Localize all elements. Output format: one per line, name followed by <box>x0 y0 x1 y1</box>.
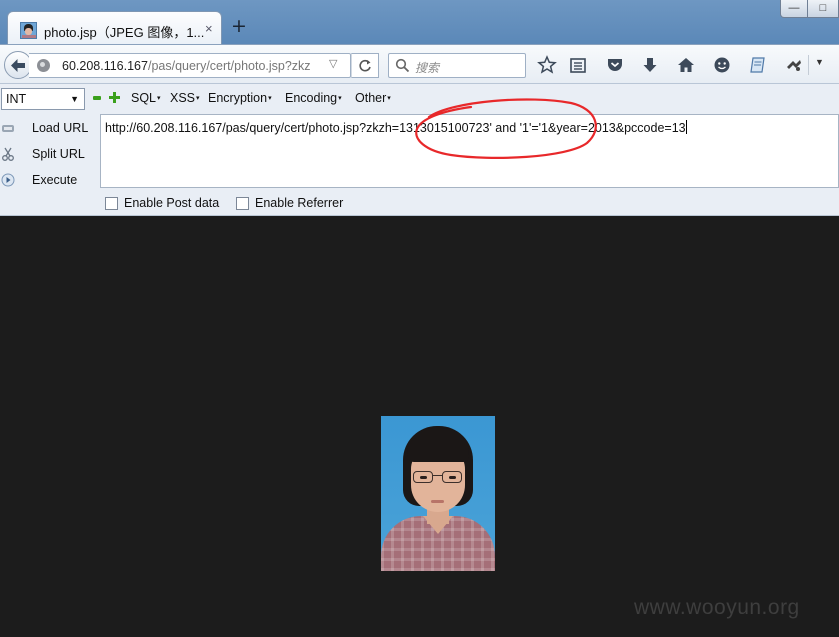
hackbar-url-text: http://60.208.116.167/pas/query/cert/pho… <box>105 121 686 135</box>
reader-icon[interactable] <box>568 55 588 75</box>
tab-strip: photo.jsp（JPEG 图像，1... × + — □ <box>0 0 839 46</box>
execute-button[interactable]: Execute <box>0 170 98 192</box>
search-placeholder: 搜索 <box>415 61 440 75</box>
split-url-label: Split URL <box>32 147 85 161</box>
address-bar[interactable]: 60.208.116.167/pas/query/cert/photo.jsp?… <box>29 53 351 78</box>
search-icon <box>395 58 410 73</box>
tab-title: photo.jsp（JPEG 图像，1... <box>44 25 205 40</box>
menu-encoding-label: Encoding <box>285 91 338 105</box>
window-controls: — □ <box>778 0 839 18</box>
type-select[interactable]: INT ▼ <box>1 88 85 110</box>
hackbar-panel: INT ▼ SQL▾ XSS▾ Encryption▾ Encoding▾ Ot… <box>0 84 839 216</box>
hackbar-url-value: http://60.208.116.167/pas/query/cert/pho… <box>105 120 687 135</box>
search-box[interactable]: 搜索 <box>388 53 526 78</box>
menu-sql-label: SQL <box>131 91 157 105</box>
enable-post-label: Enable Post data <box>124 196 220 210</box>
enable-referrer-label: Enable Referrer <box>255 196 344 210</box>
toolbar-separator <box>808 55 809 75</box>
photo-thumbnail-icon <box>20 22 37 39</box>
note-icon[interactable] <box>748 55 768 75</box>
close-tab-icon[interactable]: × <box>205 21 213 36</box>
play-icon <box>1 173 15 187</box>
navigation-toolbar: 60.208.116.167/pas/query/cert/photo.jsp?… <box>0 44 839 84</box>
open-menu-icon[interactable]: ▼ <box>815 57 824 67</box>
maximize-button[interactable]: □ <box>807 0 839 18</box>
menu-sql[interactable]: SQL▾ <box>131 91 161 105</box>
checkbox-box <box>105 197 118 210</box>
minimize-button[interactable]: — <box>780 0 808 18</box>
url-host: 60.208.116.167 <box>62 59 148 73</box>
history-dropdown-icon[interactable]: ▽ <box>329 57 337 70</box>
tab-photo-jsp[interactable]: photo.jsp（JPEG 图像，1... × <box>7 11 222 46</box>
star-icon[interactable] <box>537 55 557 75</box>
load-url-button[interactable]: Load URL <box>0 118 98 140</box>
url-path: /pas/query/cert/photo.jsp?zkz <box>147 59 311 73</box>
menu-encryption-label: Encryption <box>208 91 268 105</box>
home-icon[interactable] <box>676 55 696 75</box>
menu-caret-icon: ▾ <box>196 95 200 102</box>
reload-button[interactable] <box>351 53 379 78</box>
id-photo-image[interactable] <box>381 416 495 571</box>
menu-encryption[interactable]: Encryption▾ <box>208 91 272 105</box>
address-text[interactable]: 60.208.116.167/pas/query/cert/photo.jsp?… <box>62 59 311 73</box>
download-icon[interactable] <box>640 55 660 75</box>
menu-encoding[interactable]: Encoding▾ <box>285 91 342 105</box>
chevron-down-icon: ▼ <box>70 94 79 104</box>
menu-caret-icon: ▾ <box>387 95 391 102</box>
decrease-icon[interactable] <box>93 96 101 100</box>
new-tab-button[interactable]: + <box>231 17 247 36</box>
image-viewer: www.wooyun.org <box>0 217 839 637</box>
menu-caret-icon: ▾ <box>157 95 161 102</box>
checkbox-box <box>236 197 249 210</box>
split-url-button[interactable]: Split URL <box>0 144 98 166</box>
back-button[interactable] <box>4 51 32 79</box>
text-cursor <box>685 120 687 134</box>
menu-xss[interactable]: XSS▾ <box>170 91 200 105</box>
menu-xss-label: XSS <box>170 91 196 105</box>
reload-icon <box>359 59 371 72</box>
execute-label: Execute <box>32 173 78 187</box>
load-url-icon <box>2 125 14 132</box>
addon-icon[interactable] <box>784 55 804 75</box>
hackbar-url-textarea[interactable]: http://60.208.116.167/pas/query/cert/pho… <box>100 114 839 188</box>
globe-icon <box>37 59 50 72</box>
chat-icon[interactable] <box>712 55 732 75</box>
menu-other-label: Other <box>355 91 387 105</box>
watermark: www.wooyun.org <box>634 596 800 619</box>
back-arrow-icon <box>11 59 25 72</box>
type-select-value: INT <box>6 92 27 106</box>
menu-caret-icon: ▾ <box>338 95 342 102</box>
load-url-label: Load URL <box>32 121 89 135</box>
menu-other[interactable]: Other▾ <box>355 91 391 105</box>
pocket-icon[interactable] <box>605 55 625 75</box>
increase-icon[interactable] <box>109 92 120 103</box>
menu-caret-icon: ▾ <box>268 95 272 102</box>
scissors-icon <box>2 147 14 161</box>
